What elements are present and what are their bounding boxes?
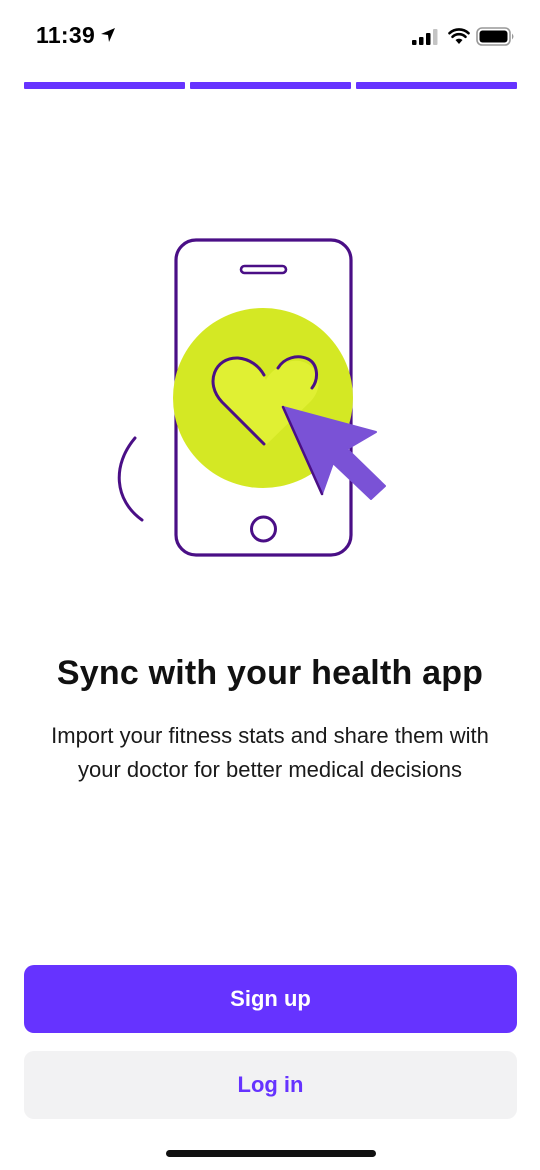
status-bar: 11:39 xyxy=(0,0,540,72)
progress-step xyxy=(190,82,351,89)
cellular-signal-icon xyxy=(412,29,438,45)
status-time: 11:39 xyxy=(36,22,96,48)
sync-health-illustration xyxy=(117,238,386,557)
onboarding-progress xyxy=(24,82,517,89)
sign-up-button[interactable]: Sign up xyxy=(24,965,517,1033)
onboarding-description: Import your fitness stats and share them… xyxy=(51,723,489,782)
onboarding-title: Sync with your health app xyxy=(56,654,484,692)
log-in-button[interactable]: Log in xyxy=(24,1051,517,1119)
onboarding-screen: 11:39 Sync with your health app Import y… xyxy=(0,0,540,1170)
progress-step xyxy=(24,82,185,89)
progress-step xyxy=(356,82,517,89)
motion-arc xyxy=(117,436,144,522)
battery-icon xyxy=(476,27,514,46)
home-indicator[interactable] xyxy=(166,1150,376,1157)
wifi-icon xyxy=(448,28,470,44)
location-arrow-icon xyxy=(101,28,115,42)
